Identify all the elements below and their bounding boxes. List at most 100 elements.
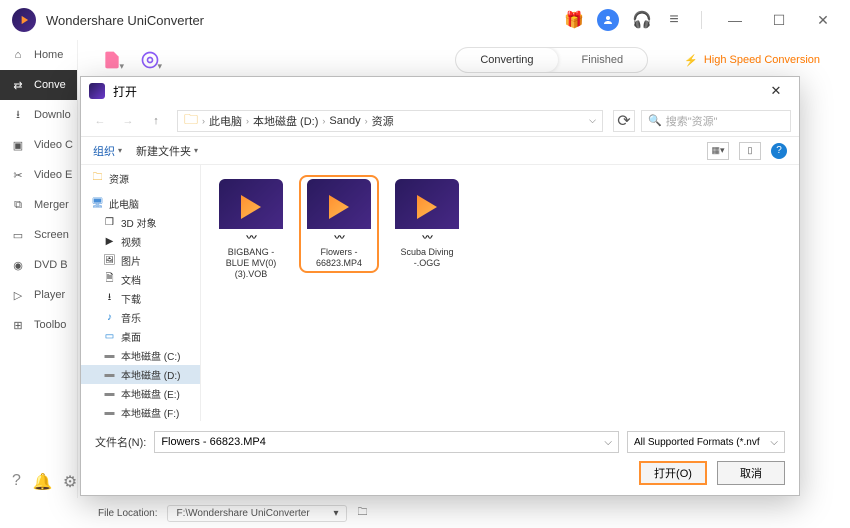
dialog-toolbar: 组织 新建文件夹 ▦▾ ▯ ? — [81, 137, 799, 165]
screen-icon: ▭ — [10, 227, 26, 243]
tree-item[interactable]: 🗎文档 — [81, 270, 200, 289]
segment-control: Converting Finished — [455, 47, 648, 73]
breadcrumb[interactable]: 资源 — [372, 113, 394, 129]
tree-item[interactable]: 🖥此电脑 — [81, 194, 200, 213]
file-type-filter[interactable]: All Supported Formats (*.nvf — [627, 431, 785, 453]
sidebar-item-screen-recorder[interactable]: ▭Screen — [0, 220, 77, 250]
home-icon: ⌂ — [10, 47, 26, 63]
nav-forward-button[interactable]: → — [117, 110, 139, 132]
bell-icon[interactable]: 🔔 — [33, 472, 51, 490]
tree-item[interactable]: ▬本地磁盘 (C:) — [81, 346, 200, 365]
player-icon: ▷ — [10, 287, 26, 303]
docs-icon: 🗎 — [103, 273, 116, 286]
help-icon[interactable]: ? — [12, 472, 21, 490]
dialog-nav: ← → ↑ 🗀 › 此电脑 › 本地磁盘 (D:) › Sandy › 资源 ⌵… — [81, 105, 799, 137]
dialog-app-icon — [89, 83, 105, 99]
sidebar-item-video-compressor[interactable]: ▣Video C — [0, 130, 77, 160]
gift-icon[interactable]: 🎁 — [565, 11, 583, 29]
dialog-title: 打开 — [113, 83, 753, 100]
add-file-button[interactable]: ▾ — [98, 46, 126, 74]
menu-icon[interactable]: ≡ — [665, 11, 683, 29]
toolbox-icon: ⊞ — [10, 317, 26, 333]
tree-item[interactable]: ▶视频 — [81, 232, 200, 251]
minimize-button[interactable]: — — [720, 5, 750, 35]
file-list[interactable]: 〰 BIGBANG - BLUE MV(0)(3).VOB 〰 Flowers … — [201, 165, 799, 421]
cancel-button[interactable]: 取消 — [717, 461, 785, 485]
scissors-icon: ✂ — [10, 167, 26, 183]
dialog-help-button[interactable]: ? — [771, 143, 787, 159]
tree-item[interactable]: ▬本地磁盘 (D:) — [81, 365, 200, 384]
nav-up-button[interactable]: ↑ — [145, 110, 167, 132]
tree-item[interactable]: ♪音乐 — [81, 308, 200, 327]
file-location-path[interactable]: F:\Wondershare UniConverter▾ — [167, 505, 347, 522]
sidebar-item-downloader[interactable]: ⭳Downlo — [0, 100, 77, 130]
tree-item[interactable]: 🖼图片 — [81, 251, 200, 270]
converter-icon: ⇄ — [10, 77, 26, 93]
downloads-icon: ⭳ — [103, 292, 116, 305]
sidebar-item-video-editor[interactable]: ✂Video E — [0, 160, 77, 190]
view-mode-button[interactable]: ▦▾ — [707, 142, 729, 160]
sidebar-item-player[interactable]: ▷Player — [0, 280, 77, 310]
close-button[interactable]: ✕ — [808, 5, 838, 35]
preview-pane-button[interactable]: ▯ — [739, 142, 761, 160]
search-input[interactable]: 🔍 搜索"资源" — [641, 110, 791, 132]
add-dvd-button[interactable]: ▾ — [136, 46, 164, 74]
folder-icon: 🗀 — [184, 109, 198, 133]
refresh-button[interactable]: ⟳ — [613, 110, 635, 132]
tree-item[interactable]: ⭳下载 — [81, 289, 200, 308]
new-folder-button[interactable]: 新建文件夹 — [136, 143, 198, 159]
sidebar-item-home[interactable]: ⌂Home — [0, 40, 77, 70]
organize-menu[interactable]: 组织 — [93, 143, 122, 159]
tree-item[interactable]: ▬本地磁盘 (F:) — [81, 403, 200, 421]
separator — [701, 11, 702, 29]
titlebar: Wondershare UniConverter 🎁 🎧 ≡ — ☐ ✕ — [0, 0, 850, 40]
breadcrumb-dropdown[interactable]: ⌵ — [589, 115, 596, 126]
sidebar-item-toolbox[interactable]: ⊞Toolbo — [0, 310, 77, 340]
tree-item[interactable]: ▬本地磁盘 (E:) — [81, 384, 200, 403]
tab-finished[interactable]: Finished — [558, 48, 648, 72]
pc-icon: 🖥 — [91, 197, 104, 210]
dialog-footer: 文件名(N): Flowers - 66823.MP4 All Supporte… — [81, 421, 799, 495]
file-location-label: File Location: — [98, 508, 157, 519]
settings-icon[interactable]: ⚙ — [63, 472, 77, 490]
high-speed-conversion-toggle[interactable]: High Speed Conversion — [674, 50, 830, 71]
obj3d-icon: ❒ — [103, 216, 116, 229]
filename-input[interactable]: Flowers - 66823.MP4 — [154, 431, 619, 453]
open-button[interactable]: 打开(O) — [639, 461, 707, 485]
tab-converting[interactable]: Converting — [456, 48, 557, 72]
dialog-close-button[interactable]: ✕ — [761, 79, 791, 103]
sidebar-item-converter[interactable]: ⇄Conve — [0, 70, 77, 100]
maximize-button[interactable]: ☐ — [764, 5, 794, 35]
tree-item[interactable]: ❒3D 对象 — [81, 213, 200, 232]
drive-icon: ▬ — [103, 349, 116, 362]
file-item[interactable]: 〰 Scuba Diving -.OGG — [387, 175, 467, 273]
user-avatar-icon[interactable] — [597, 9, 619, 31]
breadcrumb[interactable]: 此电脑 — [209, 113, 242, 129]
tree-item[interactable]: 🗀资源 — [81, 169, 200, 188]
folder-icon: 🗀 — [91, 172, 104, 185]
merge-icon: ⧉ — [10, 197, 26, 213]
compress-icon: ▣ — [10, 137, 26, 153]
breadcrumb[interactable]: Sandy — [329, 115, 360, 127]
drive-icon: ▬ — [103, 387, 116, 400]
headphones-icon[interactable]: 🎧 — [633, 11, 651, 29]
dvd-icon: ◉ — [10, 257, 26, 273]
search-icon: 🔍 — [648, 114, 662, 127]
file-item[interactable]: 〰 BIGBANG - BLUE MV(0)(3).VOB — [211, 175, 291, 283]
app-title: Wondershare UniConverter — [46, 13, 565, 28]
file-item[interactable]: 〰 Flowers - 66823.MP4 — [299, 175, 379, 273]
breadcrumb[interactable]: 本地磁盘 (D:) — [253, 113, 318, 129]
drive-icon: ▬ — [103, 406, 116, 419]
dialog-body: 🗀资源 🖥此电脑 ❒3D 对象 ▶视频 🖼图片 🗎文档 ⭳下载 ♪音乐 ▭桌面 … — [81, 165, 799, 421]
nav-back-button[interactable]: ← — [89, 110, 111, 132]
footer: File Location: F:\Wondershare UniConvert… — [78, 498, 850, 528]
open-folder-icon[interactable]: 🗀 — [357, 505, 367, 522]
drive-icon: ▬ — [103, 368, 116, 381]
dialog-titlebar: 打开 ✕ — [81, 77, 799, 105]
sidebar-item-merger[interactable]: ⧉Merger — [0, 190, 77, 220]
tree-item[interactable]: ▭桌面 — [81, 327, 200, 346]
file-thumbnail: 〰 — [395, 179, 459, 243]
desktop-icon: ▭ — [103, 330, 116, 343]
sidebar-item-dvd-burner[interactable]: ◉DVD B — [0, 250, 77, 280]
breadcrumb-bar[interactable]: 🗀 › 此电脑 › 本地磁盘 (D:) › Sandy › 资源 ⌵ — [177, 110, 603, 132]
